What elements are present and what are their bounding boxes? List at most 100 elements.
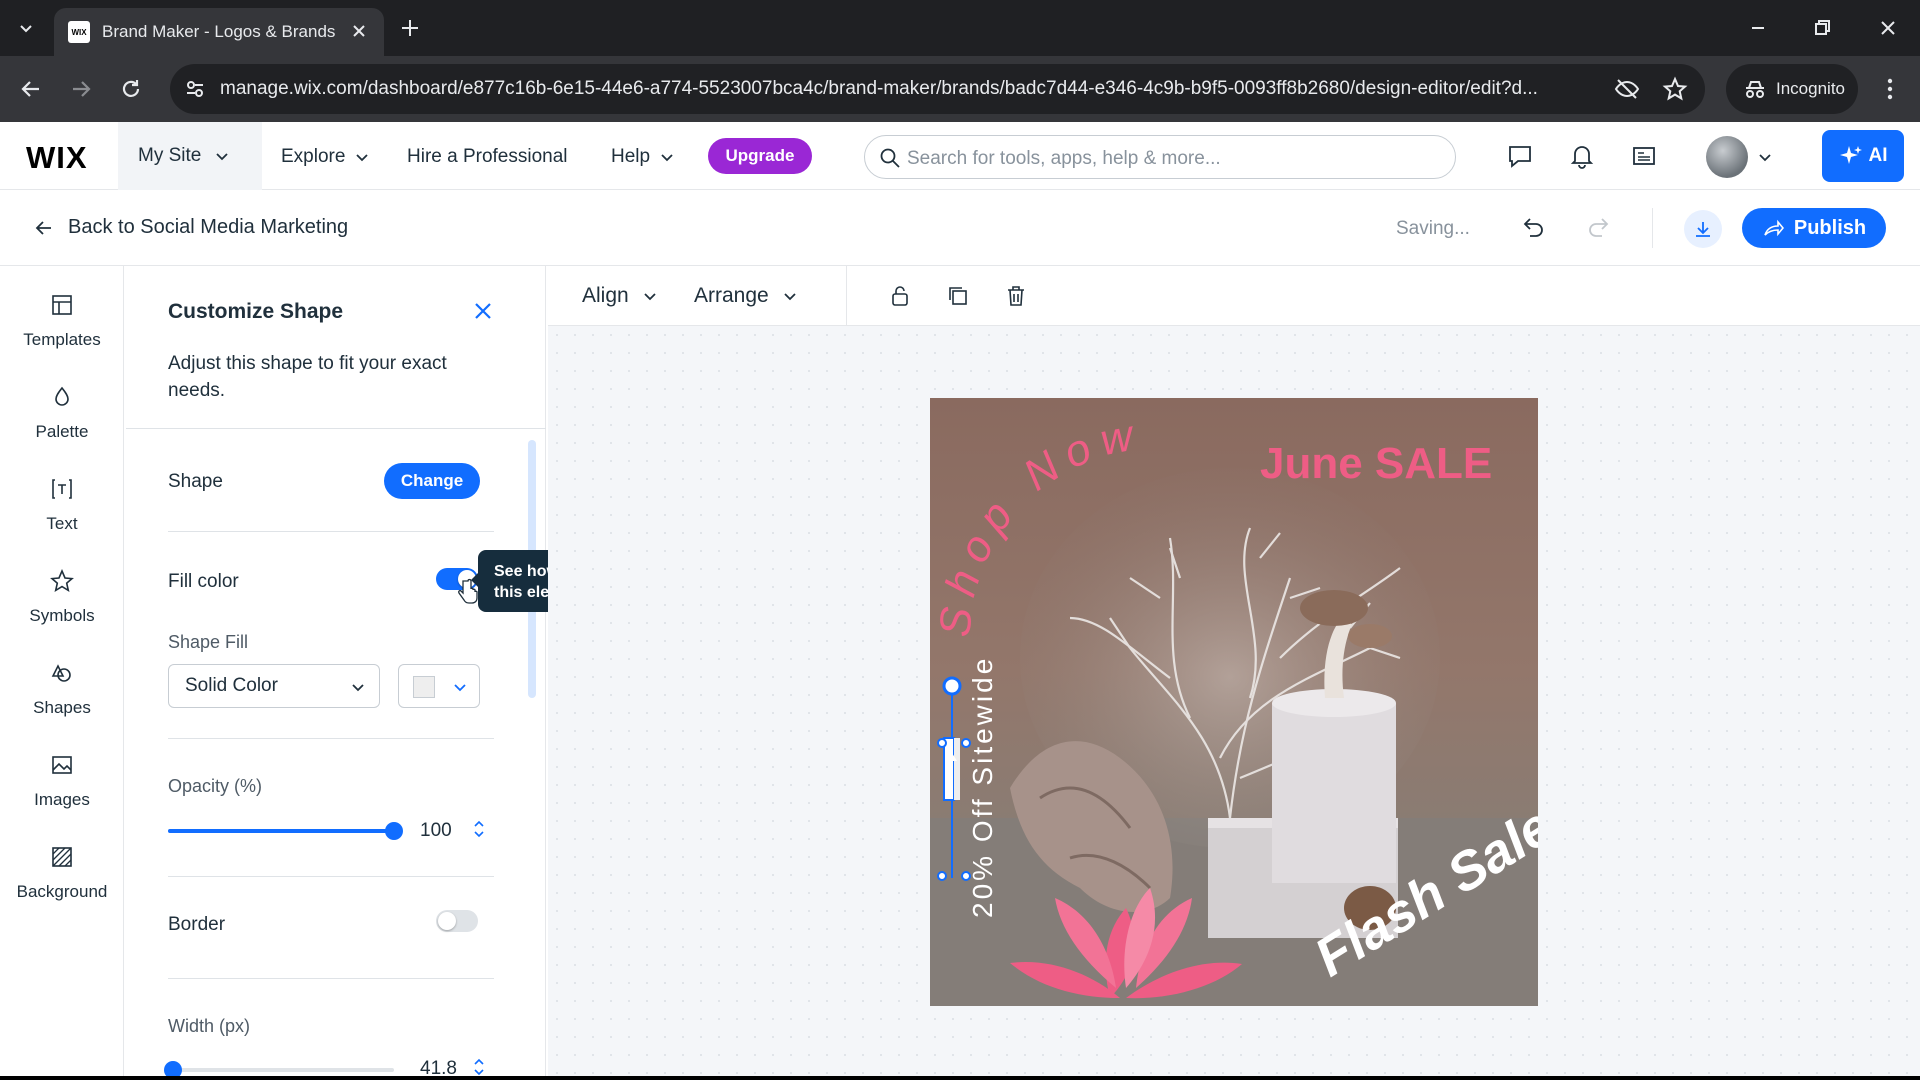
- chevron-down-icon: [644, 293, 656, 301]
- stepper-icon[interactable]: [472, 817, 486, 841]
- chevron-down-icon: [356, 154, 369, 162]
- rail-item-palette[interactable]: Palette: [0, 384, 124, 442]
- chevron-down-icon: [352, 684, 364, 692]
- close-tab-icon[interactable]: [348, 20, 370, 42]
- toggle-knob: [438, 912, 456, 930]
- help-menu[interactable]: Help: [611, 146, 674, 168]
- fill-color-label: Fill color: [168, 571, 239, 592]
- incognito-indicator[interactable]: Incognito: [1726, 64, 1858, 114]
- search-icon: [880, 148, 900, 168]
- shape-fill-value: Solid Color: [185, 675, 278, 696]
- lock-icon[interactable]: [888, 284, 912, 308]
- upgrade-button[interactable]: Upgrade: [708, 138, 812, 174]
- restore-icon[interactable]: [1808, 14, 1836, 42]
- hire-label: Hire a Professional: [407, 146, 568, 167]
- width-slider-track[interactable]: [168, 1068, 394, 1072]
- divider: [168, 978, 494, 979]
- new-tab-plus-icon[interactable]: [396, 14, 424, 42]
- close-icon[interactable]: [472, 300, 494, 322]
- divider: [168, 531, 494, 532]
- tab-search-button[interactable]: [8, 10, 44, 46]
- my-site-dropdown[interactable]: My Site: [118, 122, 262, 190]
- rotate-handle[interactable]: [942, 676, 962, 696]
- my-site-label: My Site: [138, 145, 202, 166]
- artwork: Shop Now June SALE 20% Off Sitewide Flas…: [930, 409, 1538, 1006]
- align-label: Align: [582, 284, 629, 307]
- chevron-down-icon: [216, 153, 228, 161]
- rail-label: Palette: [35, 422, 89, 441]
- eye-off-icon[interactable]: [1614, 77, 1640, 101]
- opacity-slider-handle[interactable]: [385, 822, 403, 840]
- redo-icon[interactable]: [1586, 214, 1614, 242]
- minimize-icon[interactable]: [1744, 14, 1772, 42]
- reload-icon[interactable]: [118, 76, 144, 102]
- pedestal-cylinder: [1272, 703, 1396, 883]
- resize-handle[interactable]: [961, 738, 971, 748]
- border-toggle[interactable]: [436, 910, 478, 932]
- rail-label: Background: [16, 882, 108, 901]
- rail-item-text[interactable]: Text: [0, 476, 124, 534]
- chevron-down-icon: [20, 25, 32, 33]
- ai-label: AI: [1868, 145, 1888, 166]
- undo-icon[interactable]: [1518, 214, 1546, 242]
- mushroom-cap-small: [1348, 624, 1392, 648]
- image-icon: [52, 756, 72, 774]
- text-icon: [52, 479, 72, 499]
- help-label: Help: [611, 146, 651, 167]
- resize-handle[interactable]: [961, 871, 971, 881]
- sitewide-offer-text: 20% Off Sitewide: [967, 656, 998, 918]
- divider: [126, 428, 546, 429]
- rail-item-images[interactable]: Images: [0, 752, 124, 810]
- panel-title: Customize Shape: [168, 300, 344, 323]
- divider: [1652, 208, 1653, 248]
- arrange-dropdown[interactable]: Arrange: [694, 284, 797, 308]
- address-bar[interactable]: manage.wix.com/dashboard/e877c16b-6e15-4…: [170, 64, 1705, 114]
- rail-item-symbols[interactable]: Symbols: [0, 568, 124, 626]
- june-sale-text: June SALE: [1260, 439, 1492, 488]
- back-arrow-icon[interactable]: [18, 76, 44, 102]
- shape-fill-label: Shape Fill: [168, 632, 249, 652]
- wix-favicon-icon: WIX: [68, 21, 90, 43]
- back-link[interactable]: Back to Social Media Marketing: [34, 216, 348, 239]
- publish-button[interactable]: Publish: [1742, 208, 1886, 248]
- duplicate-icon[interactable]: [946, 284, 970, 308]
- avatar[interactable]: [1706, 136, 1748, 178]
- browser-tab[interactable]: WIX Brand Maker - Logos & Brands: [54, 8, 384, 56]
- search-placeholder: Search for tools, apps, help & more...: [907, 148, 1221, 169]
- browser-menu-icon[interactable]: [1878, 76, 1902, 102]
- forward-arrow-icon[interactable]: [68, 76, 94, 102]
- wix-logo[interactable]: WIX: [26, 140, 88, 176]
- sparkle-icon: [1839, 146, 1862, 164]
- rail-item-background[interactable]: Background: [0, 844, 124, 902]
- chevron-down-icon[interactable]: [1758, 150, 1772, 164]
- resize-handle[interactable]: [937, 738, 947, 748]
- rail-item-templates[interactable]: Templates: [0, 292, 124, 350]
- close-window-icon[interactable]: [1874, 14, 1902, 42]
- explore-label: Explore: [281, 146, 346, 167]
- editor-header-bar: Back to Social Media Marketing Saving...…: [0, 190, 1920, 266]
- hire-professional-link[interactable]: Hire a Professional: [407, 146, 568, 168]
- align-dropdown[interactable]: Align: [582, 284, 657, 308]
- bookmark-star-icon[interactable]: [1662, 76, 1688, 102]
- shape-fill-select[interactable]: Solid Color: [168, 664, 380, 708]
- divider: [168, 738, 494, 739]
- background-icon: [52, 847, 72, 867]
- download-button[interactable]: [1684, 210, 1722, 248]
- ai-button[interactable]: AI: [1822, 130, 1904, 182]
- news-icon[interactable]: [1630, 142, 1658, 170]
- divider: [846, 266, 847, 326]
- site-settings-icon[interactable]: [184, 78, 206, 100]
- search-input[interactable]: Search for tools, apps, help & more...: [864, 135, 1456, 179]
- bell-icon[interactable]: [1568, 142, 1596, 170]
- explore-menu[interactable]: Explore: [281, 146, 369, 168]
- opacity-value[interactable]: 100: [420, 820, 452, 842]
- fill-color-picker[interactable]: [398, 664, 480, 708]
- rail-item-shapes[interactable]: Shapes: [0, 660, 124, 718]
- change-shape-button[interactable]: Change: [384, 463, 480, 499]
- design-artboard[interactable]: Shop Now June SALE 20% Off Sitewide Flas…: [930, 398, 1538, 1006]
- chat-icon[interactable]: [1506, 142, 1534, 170]
- incognito-icon: [1746, 81, 1764, 98]
- resize-handle[interactable]: [937, 871, 947, 881]
- trash-icon[interactable]: [1004, 284, 1028, 308]
- browser-tab-bar: WIX Brand Maker - Logos & Brands: [0, 0, 1920, 56]
